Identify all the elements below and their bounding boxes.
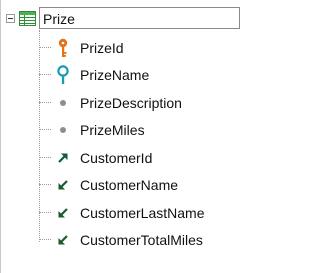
tree-branch-line — [39, 102, 51, 103]
search-key-icon — [54, 64, 72, 85]
inferred-attribute-arrow-icon — [54, 175, 72, 195]
tree-item-label: CustomerId — [80, 149, 153, 166]
inferred-attribute-arrow-icon — [54, 203, 72, 223]
tree-item-customername[interactable]: CustomerName — [39, 171, 244, 198]
structure-tree-panel: Prize PrizeId PrizeName PrizeDescription… — [0, 0, 246, 273]
tree-item-label: PrizeId — [80, 39, 124, 56]
attribute-dot-icon — [54, 120, 72, 140]
attribute-dot-icon — [54, 93, 72, 113]
tree-item-label: PrizeDescription — [80, 94, 182, 111]
tree-root-label[interactable]: Prize — [39, 7, 240, 29]
tree-item-customerlastname[interactable]: CustomerLastName — [39, 199, 244, 226]
collapse-toggle-icon[interactable] — [6, 13, 15, 23]
tree-branch-line — [39, 74, 51, 75]
foreign-key-arrow-icon — [54, 148, 72, 168]
tree-root-prize[interactable]: Prize — [6, 6, 240, 30]
tree-item-label: CustomerTotalMiles — [80, 231, 203, 248]
tree-item-customertotalmiles[interactable]: CustomerTotalMiles — [39, 226, 244, 253]
tree-branch-line — [39, 212, 51, 213]
tree-item-prizeid[interactable]: PrizeId — [39, 34, 244, 61]
tree-item-label: PrizeMiles — [80, 121, 145, 138]
inferred-attribute-arrow-icon — [54, 230, 72, 250]
tree-item-label: PrizeName — [80, 66, 150, 83]
tree-item-prizename[interactable]: PrizeName — [39, 61, 244, 88]
tree-item-customerid[interactable]: CustomerId — [39, 144, 244, 171]
tree-item-prizedescription[interactable]: PrizeDescription — [39, 89, 244, 116]
transaction-table-icon — [19, 10, 36, 26]
tree-branch-line — [39, 47, 51, 48]
primary-key-icon — [54, 38, 72, 58]
tree-branch-line — [39, 157, 51, 158]
tree-branch-line — [39, 239, 51, 240]
tree-item-label: CustomerLastName — [80, 204, 205, 221]
tree-branch-line — [39, 184, 51, 185]
tree-item-label: CustomerName — [80, 176, 179, 193]
tree-branch-line — [39, 129, 51, 130]
tree-item-prizemiles[interactable]: PrizeMiles — [39, 116, 244, 143]
